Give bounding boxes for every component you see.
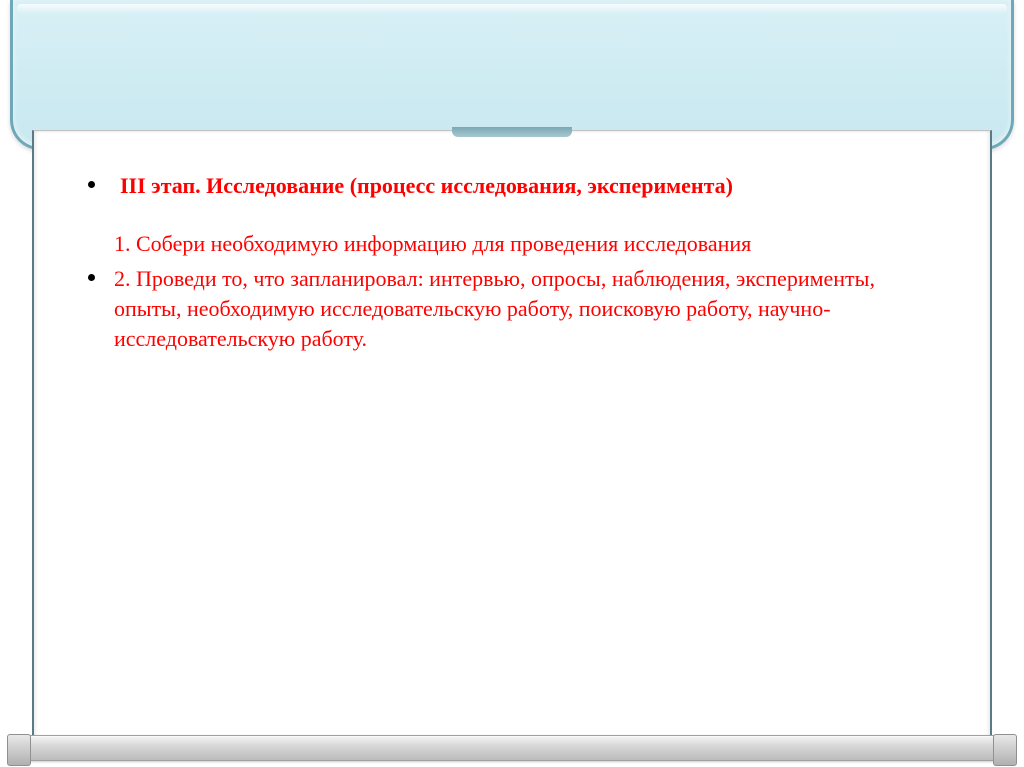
list-item: 2. Проведи то, что запланировал: интервь… (82, 264, 942, 353)
board-notch (452, 127, 572, 137)
point-1: 1. Собери необходимую информацию для про… (114, 229, 942, 259)
list-item: III этап. Исследование (процесс исследов… (82, 171, 942, 258)
bullet-icon (88, 274, 95, 281)
point-2: 2. Проведи то, что запланировал: интервь… (114, 266, 875, 350)
stage-heading: III этап. Исследование (процесс исследов… (120, 173, 733, 198)
bullet-list: III этап. Исследование (процесс исследов… (82, 171, 942, 353)
bottom-rail (12, 735, 1012, 761)
slide-board: III этап. Исследование (процесс исследов… (32, 130, 992, 737)
slide-content: III этап. Исследование (процесс исследов… (34, 131, 990, 379)
bullet-icon (88, 181, 95, 188)
